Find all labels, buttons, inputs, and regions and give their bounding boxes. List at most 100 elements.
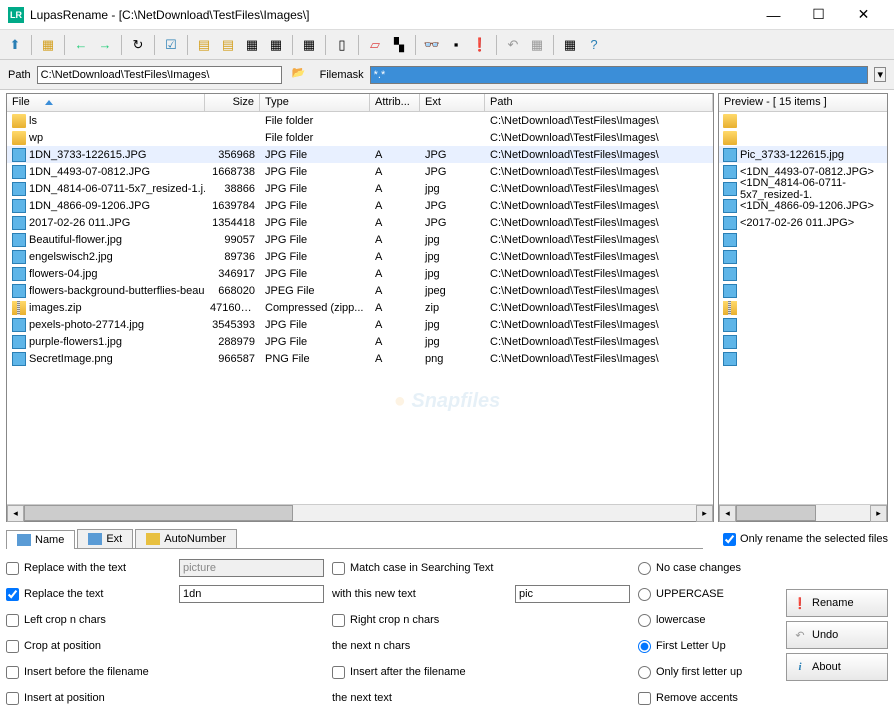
list-add-icon[interactable]: ▤	[193, 34, 215, 56]
case-first-radio[interactable]: First Letter Up	[638, 637, 778, 655]
scroll-right-icon[interactable]: ▸	[696, 505, 713, 522]
replace-the-input[interactable]	[179, 585, 324, 603]
column-path[interactable]: Path	[485, 94, 713, 111]
cmd-icon[interactable]: ▪	[445, 34, 467, 56]
remove-accents-checkbox[interactable]: Remove accents	[638, 689, 778, 707]
table-row[interactable]: Beautiful-flower.jpg99057JPG FileAjpgC:\…	[7, 231, 713, 248]
column-type[interactable]: Type	[260, 94, 370, 111]
glasses-icon[interactable]: 👓	[421, 34, 443, 56]
insert-before-checkbox[interactable]: Insert before the filename	[6, 663, 171, 681]
tab-name[interactable]: Name	[6, 530, 75, 549]
undo-icon[interactable]: ↶	[502, 34, 524, 56]
filemask-dropdown-icon[interactable]: ▾	[874, 67, 886, 82]
options-icon[interactable]: ▦	[559, 34, 581, 56]
color-icon[interactable]: ▚	[388, 34, 410, 56]
main-toolbar: ⬆ ▦ ← → ↻ ☑ ▤ ▤ ▦ ▦ ▦ ▯ ▱ ▚ 👓 ▪ ❗ ↶ ▦ ▦ …	[0, 30, 894, 60]
case-upper-radio[interactable]: UPPERCASE	[638, 585, 778, 603]
exclaim-icon[interactable]: ❗	[469, 34, 491, 56]
list-remove-icon[interactable]: ▤	[217, 34, 239, 56]
open-folder-icon[interactable]: 📂	[292, 66, 310, 84]
list-item[interactable]: Pic_3733-122615.jpg	[719, 146, 887, 163]
list-item[interactable]	[719, 248, 887, 265]
with-new-text-input[interactable]	[515, 585, 630, 603]
close-button[interactable]: ✕	[841, 1, 886, 29]
table-row[interactable]: pexels-photo-27714.jpg3545393JPG FileAjp…	[7, 316, 713, 333]
list-item[interactable]: <1DN_4814-06-0711-5x7_resized-1.	[719, 180, 887, 197]
preview-scrollbar[interactable]: ◂ ▸	[719, 504, 887, 521]
left-crop-checkbox[interactable]: Left crop n chars	[6, 611, 171, 629]
list-item[interactable]	[719, 282, 887, 299]
redo-icon[interactable]: ▦	[526, 34, 548, 56]
file-attrib: A	[370, 200, 420, 212]
list-item[interactable]: <2017-02-26 011.JPG>	[719, 214, 887, 231]
tab-autonumber[interactable]: AutoNumber	[135, 529, 237, 548]
help-icon[interactable]: ?	[583, 34, 605, 56]
table-row[interactable]: wpFile folderC:\NetDownload\TestFiles\Im…	[7, 129, 713, 146]
table-row[interactable]: purple-flowers1.jpg288979JPG FileAjpgC:\…	[7, 333, 713, 350]
table-row[interactable]: 1DN_3733-122615.JPG356968JPG FileAJPGC:\…	[7, 146, 713, 163]
list-item[interactable]	[719, 265, 887, 282]
list-item[interactable]	[719, 316, 887, 333]
path-input[interactable]	[37, 66, 282, 84]
table-row[interactable]: 1DN_4493-07-0812.JPG1668738JPG FileAJPGC…	[7, 163, 713, 180]
tree-icon[interactable]: ▦	[37, 34, 59, 56]
crop-at-checkbox[interactable]: Crop at position	[6, 637, 171, 655]
case-none-radio[interactable]: No case changes	[638, 559, 778, 577]
list-item[interactable]	[719, 112, 887, 129]
undo-button[interactable]: ↶Undo	[786, 621, 888, 649]
scroll-left-icon[interactable]: ◂	[7, 505, 24, 522]
list-item[interactable]	[719, 333, 887, 350]
match-case-checkbox[interactable]: Match case in Searching Text	[332, 559, 507, 577]
right-crop-checkbox[interactable]: Right crop n chars	[332, 611, 507, 629]
case-lower-radio[interactable]: lowercase	[638, 611, 778, 629]
forward-icon[interactable]: →	[94, 34, 116, 56]
table-row[interactable]: flowers-04.jpg346917JPG FileAjpgC:\NetDo…	[7, 265, 713, 282]
insert-after-checkbox[interactable]: Insert after the filename	[332, 663, 507, 681]
rename-button[interactable]: ❗Rename	[786, 589, 888, 617]
horizontal-scrollbar[interactable]: ◂ ▸	[7, 504, 713, 521]
table-row[interactable]: flowers-background-butterflies-beau...66…	[7, 282, 713, 299]
column-ext[interactable]: Ext	[420, 94, 485, 111]
list-item[interactable]	[719, 231, 887, 248]
list-item[interactable]	[719, 350, 887, 367]
folder-icon	[723, 114, 737, 128]
replace-with-text-checkbox[interactable]: Replace with the text	[6, 559, 171, 577]
table-row[interactable]: 1DN_4866-09-1206.JPG1639784JPG FileAJPGC…	[7, 197, 713, 214]
table-row[interactable]: 2017-02-26 011.JPG1354418JPG FileAJPGC:\…	[7, 214, 713, 231]
scroll-thumb[interactable]	[736, 505, 816, 521]
table-row[interactable]: lsFile folderC:\NetDownload\TestFiles\Im…	[7, 112, 713, 129]
export-icon[interactable]: ▱	[364, 34, 386, 56]
table-row[interactable]: images.zip47160266Compressed (zipp...Azi…	[7, 299, 713, 316]
list-item[interactable]	[719, 299, 887, 316]
column-attrib[interactable]: Attrib...	[370, 94, 420, 111]
list-item[interactable]: <1DN_4866-09-1206.JPG>	[719, 197, 887, 214]
table-row[interactable]: 1DN_4814-06-0711-5x7_resized-1.j...38866…	[7, 180, 713, 197]
replace-the-text-checkbox[interactable]: Replace the text	[6, 585, 171, 603]
minimize-button[interactable]: —	[751, 1, 796, 29]
grid2-icon[interactable]: ▦	[265, 34, 287, 56]
case-only-first-radio[interactable]: Only first letter up	[638, 663, 778, 681]
replace-with-input[interactable]	[179, 559, 324, 577]
table-row[interactable]: SecretImage.png966587PNG FileApngC:\NetD…	[7, 350, 713, 367]
doc-icon[interactable]: ▯	[331, 34, 353, 56]
list-item[interactable]	[719, 129, 887, 146]
scroll-thumb[interactable]	[24, 505, 293, 521]
column-file[interactable]: File	[7, 94, 205, 111]
tab-ext[interactable]: Ext	[77, 529, 133, 548]
grid3-icon[interactable]: ▦	[298, 34, 320, 56]
up-icon[interactable]: ⬆	[4, 34, 26, 56]
check-icon[interactable]: ☑	[160, 34, 182, 56]
about-button[interactable]: iAbout	[786, 653, 888, 681]
scroll-left-icon[interactable]: ◂	[719, 505, 736, 522]
scroll-right-icon[interactable]: ▸	[870, 505, 887, 522]
grid1-icon[interactable]: ▦	[241, 34, 263, 56]
table-row[interactable]: engelswisch2.jpg89736JPG FileAjpgC:\NetD…	[7, 248, 713, 265]
back-icon[interactable]: ←	[70, 34, 92, 56]
insert-at-checkbox[interactable]: Insert at position	[6, 689, 171, 707]
filemask-input[interactable]	[370, 66, 869, 84]
column-size[interactable]: Size	[205, 94, 260, 111]
preview-header[interactable]: Preview - [ 15 items ]	[719, 94, 887, 112]
maximize-button[interactable]: ☐	[796, 1, 841, 29]
only-rename-checkbox[interactable]: Only rename the selected files	[723, 533, 888, 546]
refresh-icon[interactable]: ↻	[127, 34, 149, 56]
